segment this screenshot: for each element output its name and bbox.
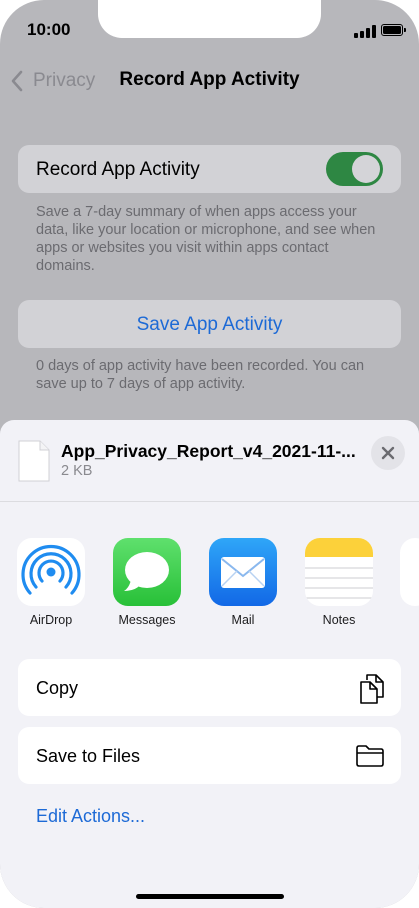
- app-label-mail: Mail: [231, 613, 255, 627]
- record-activity-description: Save a 7-day summary of when apps access…: [36, 204, 376, 274]
- record-activity-toggle[interactable]: [326, 152, 383, 186]
- share-sheet: App_Privacy_Report_v4_2021-11-... 2 KB A…: [0, 420, 419, 908]
- page-title: Record App Activity: [119, 69, 300, 90]
- messages-icon: [113, 538, 181, 606]
- file-name: App_Privacy_Report_v4_2021-11-...: [61, 441, 356, 461]
- airdrop-icon: [17, 538, 85, 606]
- save-app-activity-label: Save App Activity: [136, 314, 283, 335]
- edit-actions-link[interactable]: Edit Actions...: [36, 806, 145, 827]
- share-app-partial[interactable]: [400, 538, 419, 606]
- app-label-airdrop: AirDrop: [29, 613, 73, 627]
- copy-action-label: Copy: [36, 678, 79, 698]
- battery-icon: [381, 24, 406, 36]
- share-app-mail[interactable]: Mail: [198, 538, 288, 627]
- app-label-messages: Messages: [118, 613, 176, 627]
- mail-icon: [209, 538, 277, 606]
- status-bar: 10:00: [0, 0, 419, 58]
- copy-action[interactable]: Copy: [18, 659, 401, 716]
- share-sheet-header: App_Privacy_Report_v4_2021-11-... 2 KB: [0, 420, 419, 502]
- copy-icon: [360, 674, 384, 704]
- home-indicator[interactable]: [136, 894, 284, 899]
- share-app-notes[interactable]: Notes: [294, 538, 384, 627]
- close-icon: [381, 446, 395, 460]
- notes-icon: [305, 538, 373, 606]
- close-button[interactable]: [371, 436, 405, 470]
- status-time: 10:00: [27, 20, 71, 39]
- share-apps-row: AirDrop Messages Mail Notes: [0, 538, 419, 628]
- save-to-files-action[interactable]: Save to Files: [18, 727, 401, 784]
- cellular-signal-icon: [354, 24, 376, 38]
- save-activity-description: 0 days of app activity have been recorde…: [36, 358, 365, 392]
- record-activity-label: Record App Activity: [36, 159, 200, 180]
- app-label-notes: Notes: [322, 613, 356, 627]
- toggle-knob: [352, 155, 380, 183]
- share-app-airdrop[interactable]: AirDrop: [6, 538, 96, 627]
- save-to-files-label: Save to Files: [36, 746, 141, 766]
- share-app-messages[interactable]: Messages: [102, 538, 192, 627]
- document-icon: [18, 440, 50, 482]
- file-size: 2 KB: [61, 463, 93, 479]
- phone-screen: 10:00 Privacy Record App Activity Record…: [0, 0, 419, 908]
- notch: [98, 0, 321, 38]
- folder-icon: [356, 745, 384, 767]
- record-activity-row: Record App Activity: [18, 145, 401, 193]
- save-app-activity-button[interactable]: Save App Activity: [18, 300, 401, 348]
